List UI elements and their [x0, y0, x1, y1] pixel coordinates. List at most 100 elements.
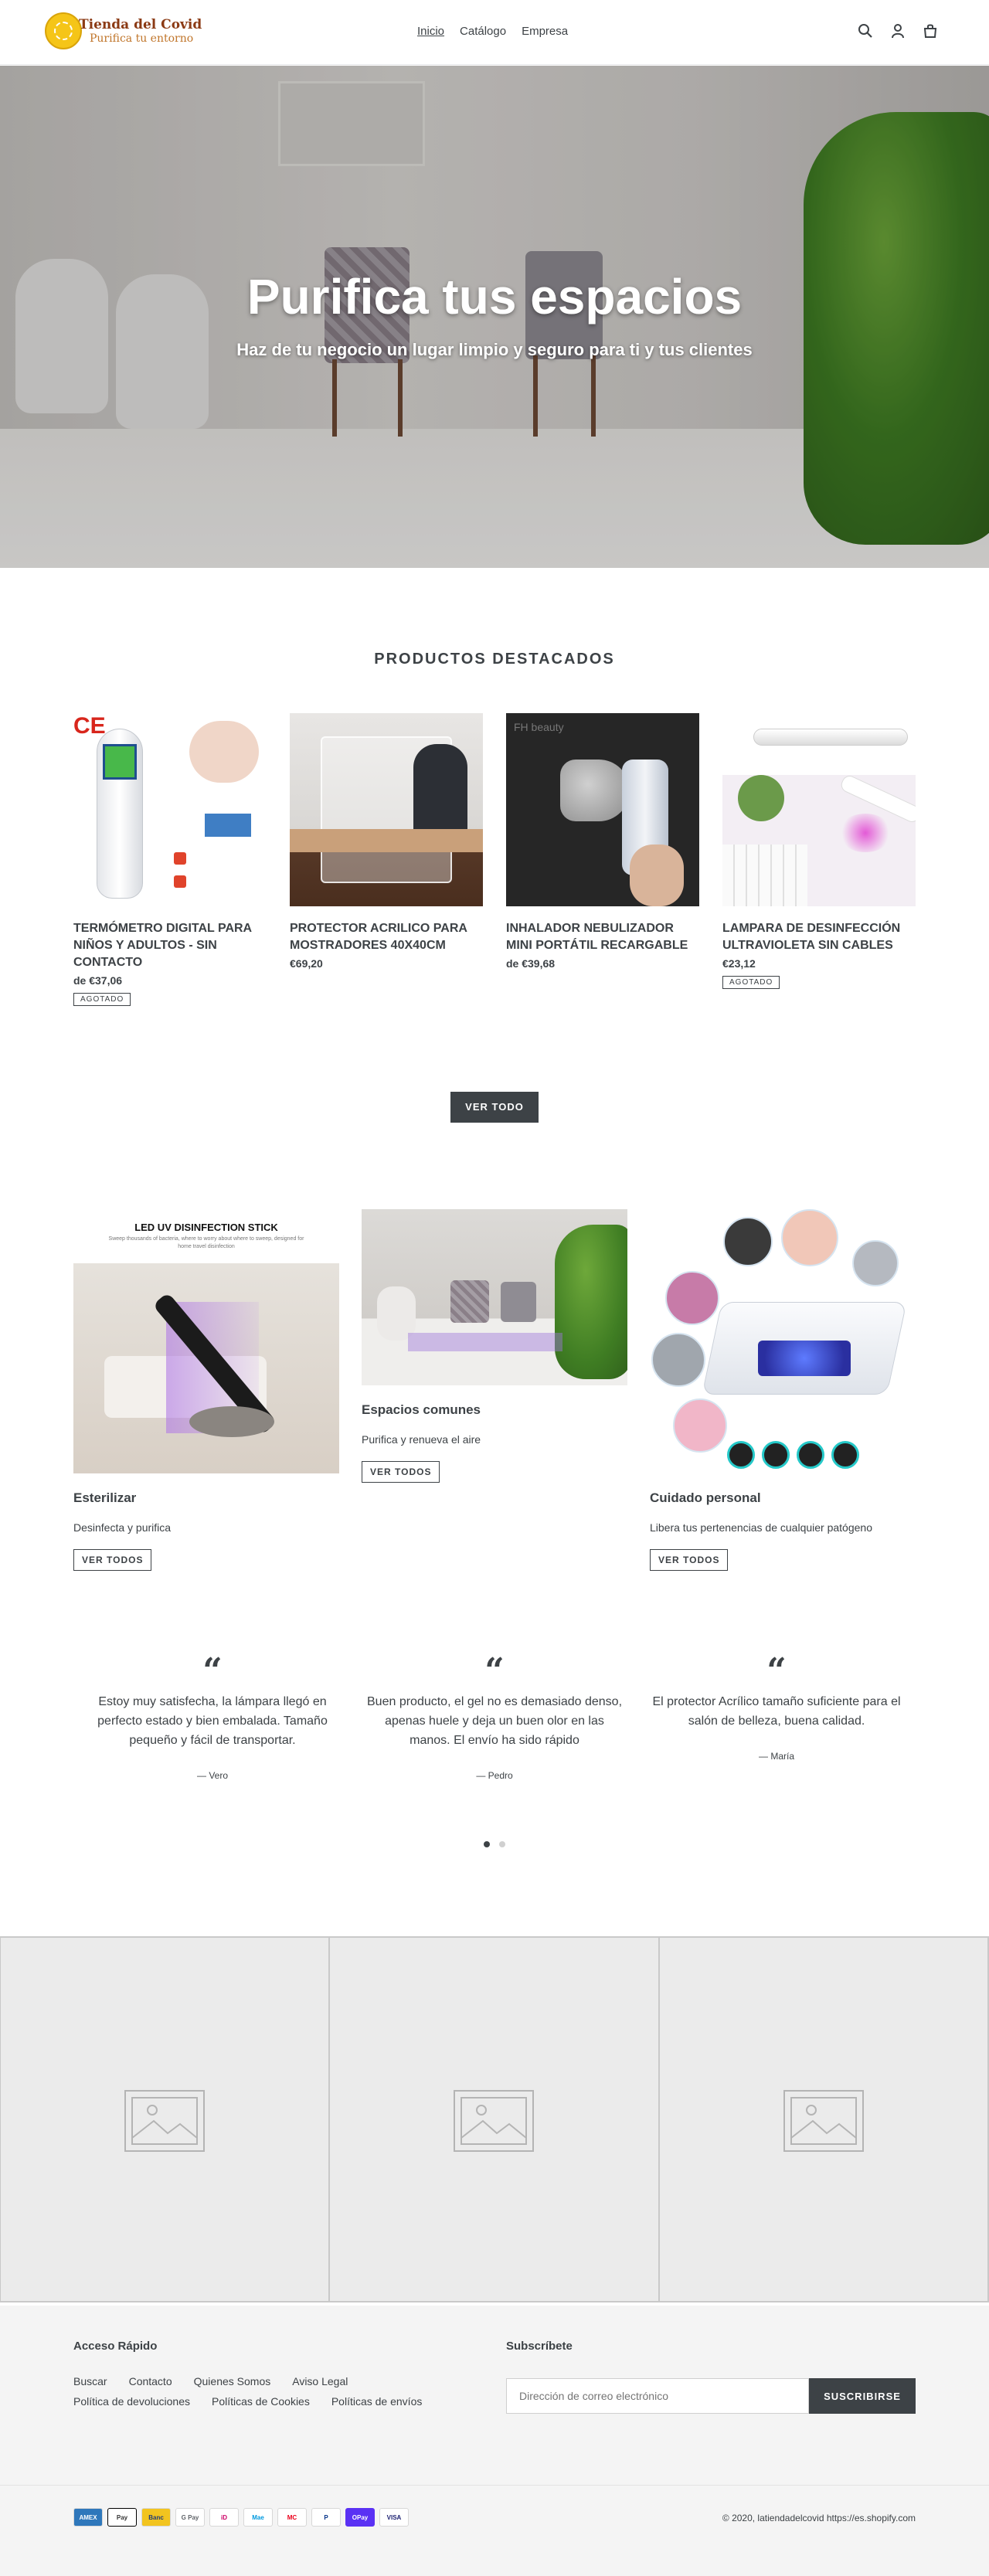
collection-title[interactable]: Esterilizar	[73, 1490, 339, 1506]
image-placeholder-icon	[454, 2090, 535, 2152]
subscribe-form: SUSCRIBIRSE	[506, 2378, 916, 2414]
main-nav: Inicio Catálogo Empresa	[417, 25, 568, 38]
hero-banner: Purifica tus espacios Haz de tu negocio …	[0, 66, 989, 568]
nav-inicio[interactable]: Inicio	[417, 25, 444, 38]
testimonial-text: El protector Acrílico tamaño suficiente …	[652, 1695, 901, 1728]
mastercard-icon: MC	[277, 2508, 307, 2527]
keyboard	[722, 845, 807, 906]
plant	[555, 1225, 627, 1379]
bancontact-icon: Banc	[141, 2508, 171, 2527]
counter	[290, 829, 483, 852]
collection-card[interactable]: Espacios comunes Purifica y renueva el a…	[362, 1209, 627, 1483]
uv-chamber	[758, 1341, 851, 1376]
store-logo[interactable]: Tienda del Covid Purifica tu entorno	[45, 12, 202, 53]
footer-link-devoluciones[interactable]: Política de devoluciones	[73, 2395, 190, 2408]
product-price: de €37,06	[73, 974, 123, 987]
view-all-collection-button[interactable]: VER TODOS	[650, 1549, 729, 1571]
patterned-chair	[450, 1280, 489, 1323]
email-input[interactable]	[506, 2378, 809, 2414]
footer-divider	[0, 2485, 989, 2486]
person-silhouette	[413, 744, 467, 829]
view-all-collection-button[interactable]: VER TODOS	[362, 1461, 440, 1483]
paypal-icon: P	[311, 2508, 341, 2527]
quote-icon: “	[484, 1651, 505, 1691]
ce-label: CE	[73, 713, 106, 739]
collection-title[interactable]: Espacios comunes	[362, 1402, 627, 1418]
quick-access-title: Acceso Rápido	[73, 2340, 158, 2353]
germ-icon	[831, 1441, 859, 1469]
collection-image[interactable]	[650, 1209, 916, 1473]
product-card[interactable]: CE TERMÓMETRO DIGITAL PARA NIÑOS Y ADULT…	[73, 713, 267, 1006]
product-image[interactable]	[722, 713, 916, 906]
product-image[interactable]: FH beauty	[506, 713, 699, 906]
collection-desc: Purifica y renueva el aire	[362, 1433, 481, 1446]
logo-subtitle: Purifica tu entorno	[90, 32, 194, 45]
collection-card[interactable]: LED UV DISINFECTION STICK Sweep thousand…	[73, 1209, 339, 1571]
testimonial-text: Estoy muy satisfecha, la lámpara llegó e…	[97, 1695, 328, 1747]
product-price: €69,20	[290, 957, 323, 970]
site-header: Tienda del Covid Purifica tu entorno Ini…	[0, 0, 989, 65]
featured-title: PRODUCTOS DESTACADOS	[374, 651, 615, 668]
footer-links: Buscar Contacto Quienes Somos Aviso Lega…	[73, 2375, 475, 2408]
footer-link-envios[interactable]: Políticas de envíos	[331, 2395, 423, 2408]
apple-pay-icon: Pay	[107, 2508, 137, 2527]
fh-beauty-label: FH beauty	[514, 721, 564, 733]
sold-out-badge: AGOTADO	[722, 976, 780, 989]
image-placeholder-icon	[783, 2090, 864, 2152]
visa-icon: VISA	[379, 2508, 409, 2527]
subscribe-button[interactable]: SUSCRIBIRSE	[809, 2378, 916, 2414]
gallery-placeholder	[659, 1936, 989, 2302]
box-photo	[205, 814, 251, 837]
amex-icon: AMEX	[73, 2508, 103, 2527]
footer-link-cookies[interactable]: Políticas de Cookies	[212, 2395, 310, 2408]
image-gallery	[0, 1936, 989, 2302]
product-card[interactable]: LAMPARA DE DESINFECCIÓN ULTRAVIOLETA SIN…	[722, 713, 916, 989]
collection-title[interactable]: Cuidado personal	[650, 1490, 916, 1506]
view-all-button[interactable]: VER TODO	[450, 1092, 539, 1123]
product-name[interactable]: LAMPARA DE DESINFECCIÓN ULTRAVIOLETA SIN…	[722, 920, 916, 954]
footer-link-quienes-somos[interactable]: Quienes Somos	[194, 2375, 271, 2387]
collection-image[interactable]: LED UV DISINFECTION STICK Sweep thousand…	[73, 1209, 339, 1473]
product-name[interactable]: INHALADOR NEBULIZADOR MINI PORTÁTIL RECA…	[506, 920, 699, 954]
footer-link-buscar[interactable]: Buscar	[73, 2375, 107, 2387]
payment-icons: AMEX Pay Banc G Pay iD Mae MC P OPay VIS…	[73, 2508, 409, 2527]
testimonial-author: — Vero	[196, 1770, 229, 1781]
product-image[interactable]	[290, 713, 483, 906]
hand	[630, 845, 684, 906]
testimonial: “ Buen producto, el gel no es demasiado …	[367, 1651, 622, 1782]
product-price: €23,12	[722, 957, 756, 970]
copyright: © 2020, latiendadelcovid https://es.shop…	[722, 2513, 916, 2523]
header-icons	[858, 23, 938, 39]
account-icon[interactable]	[890, 23, 906, 39]
succulent	[738, 775, 784, 821]
product-image[interactable]: CE	[73, 713, 267, 906]
nav-empresa[interactable]: Empresa	[522, 25, 568, 38]
logo-emblem-icon	[45, 12, 82, 49]
cart-icon[interactable]	[923, 23, 938, 39]
footer-link-contacto[interactable]: Contacto	[129, 2375, 172, 2387]
slider-dot-active[interactable]	[484, 1841, 490, 1847]
slider-dot[interactable]	[499, 1841, 505, 1847]
image-headline: LED UV DISINFECTION STICK	[134, 1222, 278, 1233]
subscribe-title: Subscríbete	[506, 2340, 573, 2353]
search-icon[interactable]	[858, 23, 873, 39]
testimonial-author: — María	[758, 1751, 794, 1762]
collection-desc: Libera tus pertenencias de cualquier pat…	[650, 1521, 872, 1534]
footer-link-aviso-legal[interactable]: Aviso Legal	[292, 2375, 348, 2387]
quote-icon: “	[202, 1651, 223, 1691]
germ-icon	[727, 1441, 755, 1469]
nav-catalogo[interactable]: Catálogo	[460, 25, 506, 38]
product-name[interactable]: PROTECTOR ACRILICO PARA MOSTRADORES 40x4…	[290, 920, 483, 954]
view-all-collection-button[interactable]: VER TODOS	[73, 1549, 152, 1571]
feature-badge	[174, 852, 186, 865]
product-name[interactable]: TERMÓMETRO DIGITAL PARA NIÑOS Y ADULTOS …	[73, 920, 267, 971]
logo-title: Tienda del Covid	[79, 17, 202, 32]
testimonial-author: — Pedro	[476, 1770, 513, 1781]
bubble-necklace	[781, 1209, 838, 1266]
product-card[interactable]: PROTECTOR ACRILICO PARA MOSTRADORES 40x4…	[290, 713, 483, 970]
collection-image[interactable]	[362, 1209, 627, 1385]
bubble-watch	[852, 1240, 899, 1286]
product-card[interactable]: FH beauty INHALADOR NEBULIZADOR MINI POR…	[506, 713, 699, 970]
collection-card[interactable]: Cuidado personal Libera tus pertenencias…	[650, 1209, 916, 1571]
uv-floor-light	[408, 1333, 562, 1351]
